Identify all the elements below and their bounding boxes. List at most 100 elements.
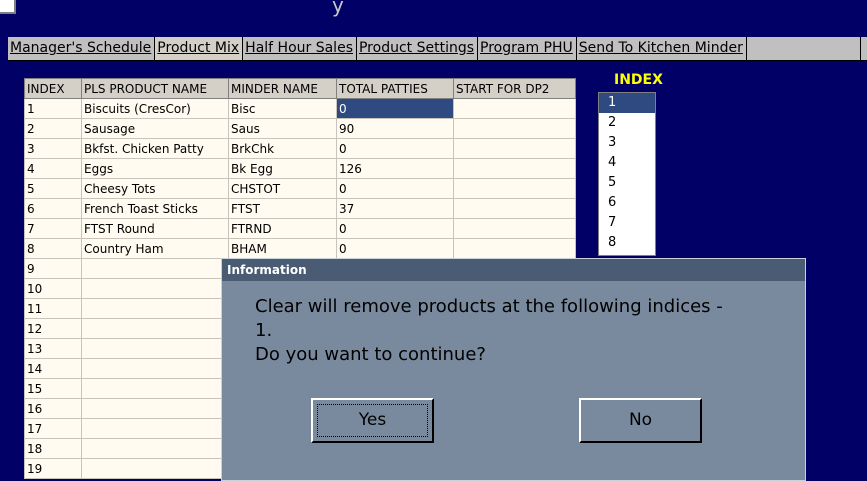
index-cell: 19	[24, 458, 82, 479]
start-for-dp2-cell[interactable]	[453, 118, 576, 139]
start-for-dp2-cell[interactable]	[453, 138, 576, 159]
product-name-cell[interactable]	[81, 278, 229, 299]
tab-managers-schedule[interactable]: Manager's Schedule	[8, 37, 156, 60]
product-name-cell[interactable]: Sausage	[81, 118, 229, 139]
minder-name-cell[interactable]: BrkChk	[228, 138, 337, 159]
product-name-cell[interactable]: Biscuits (CresCor)	[81, 98, 229, 119]
index-list-item[interactable]: 5	[599, 173, 655, 193]
index-cell: 16	[24, 398, 82, 419]
dialog-message-line: Clear will remove products at the follow…	[255, 296, 723, 317]
cropped-heading-glyph: y	[332, 0, 344, 17]
index-list-item[interactable]: 4	[599, 153, 655, 173]
table-row: 1 Biscuits (CresCor) Bisc 0	[24, 98, 576, 119]
window-icon	[0, 0, 16, 14]
product-name-cell[interactable]: French Toast Sticks	[81, 198, 229, 219]
product-name-cell[interactable]	[81, 318, 229, 339]
product-name-cell[interactable]: Eggs	[81, 158, 229, 179]
start-for-dp2-cell[interactable]	[453, 238, 576, 259]
column-header-total-patties: TOTAL PATTIES	[336, 78, 454, 99]
tab-half-hour-sales[interactable]: Half Hour Sales	[243, 37, 357, 60]
index-cell: 4	[24, 158, 82, 179]
minder-name-cell[interactable]: FTRND	[228, 218, 337, 239]
table-row: 4 Eggs Bk Egg 126	[24, 158, 576, 179]
start-for-dp2-cell[interactable]	[453, 218, 576, 239]
tab-program-phu[interactable]: Program PHU	[478, 37, 577, 60]
tab-product-settings[interactable]: Product Settings	[357, 37, 479, 60]
total-patties-cell[interactable]: 0	[336, 178, 454, 199]
total-patties-cell[interactable]: 0	[336, 238, 454, 259]
product-name-cell[interactable]: Country Ham	[81, 238, 229, 259]
start-for-dp2-cell[interactable]	[453, 158, 576, 179]
minder-name-cell[interactable]: CHSTOT	[228, 178, 337, 199]
index-panel-title: INDEX	[614, 72, 663, 88]
index-cell: 10	[24, 278, 82, 299]
index-cell: 2	[24, 118, 82, 139]
index-list-item[interactable]: 7	[599, 213, 655, 233]
dialog-message-line: 1.	[255, 320, 273, 341]
column-header-start-for-dp2: START FOR DP2	[453, 78, 576, 99]
minder-name-cell[interactable]: Bk Egg	[228, 158, 337, 179]
index-cell: 8	[24, 238, 82, 259]
product-name-cell[interactable]	[81, 298, 229, 319]
index-list-item[interactable]: 8	[599, 233, 655, 253]
dialog-title: Information	[222, 259, 805, 281]
total-patties-cell[interactable]: 37	[336, 198, 454, 219]
product-name-cell[interactable]: Cheesy Tots	[81, 178, 229, 199]
index-list-item[interactable]: 6	[599, 193, 655, 213]
minder-name-cell[interactable]: Saus	[228, 118, 337, 139]
index-cell: 17	[24, 418, 82, 439]
index-cell: 9	[24, 258, 82, 279]
column-header-minder-name: MINDER NAME	[228, 78, 337, 99]
product-name-cell[interactable]	[81, 338, 229, 359]
index-list-item[interactable]: 1	[599, 93, 655, 113]
dialog-message-line: Do you want to continue?	[255, 344, 486, 365]
product-name-cell[interactable]	[81, 418, 229, 439]
total-patties-cell[interactable]: 0	[336, 138, 454, 159]
minder-name-cell[interactable]: FTST	[228, 198, 337, 219]
no-button-label: No	[628, 410, 653, 430]
start-for-dp2-cell[interactable]	[453, 178, 576, 199]
no-button[interactable]: No	[579, 398, 702, 443]
product-name-cell[interactable]	[81, 438, 229, 459]
minder-name-cell[interactable]: BHAM	[228, 238, 337, 259]
table-row: 3 Bkfst. Chicken Patty BrkChk 0	[24, 138, 576, 159]
product-name-cell[interactable]	[81, 398, 229, 419]
dialog-message: Clear will remove products at the follow…	[255, 295, 723, 367]
product-name-cell[interactable]: Bkfst. Chicken Patty	[81, 138, 229, 159]
index-cell: 12	[24, 318, 82, 339]
index-cell: 11	[24, 298, 82, 319]
tab-scroll-button[interactable]	[860, 37, 867, 60]
column-header-index: INDEX	[24, 78, 82, 99]
table-row: 7 FTST Round FTRND 0	[24, 218, 576, 239]
table-row: 6 French Toast Sticks FTST 37	[24, 198, 576, 219]
top-strip: y	[0, 0, 867, 30]
total-patties-cell[interactable]: 126	[336, 158, 454, 179]
tab-send-to-kitchen-minder[interactable]: Send To Kitchen Minder	[577, 37, 747, 60]
tab-bar: Manager's Schedule Product Mix Half Hour S…	[8, 37, 867, 61]
total-patties-cell[interactable]: 0	[336, 218, 454, 239]
total-patties-cell[interactable]: 0	[336, 98, 454, 119]
index-cell: 13	[24, 338, 82, 359]
index-listbox[interactable]: 12345678	[598, 92, 656, 256]
index-cell: 5	[24, 178, 82, 199]
index-list-item[interactable]: 2	[599, 113, 655, 133]
product-name-cell[interactable]	[81, 458, 229, 479]
tab-product-mix[interactable]: Product Mix	[155, 37, 244, 60]
table-row: 5 Cheesy Tots CHSTOT 0	[24, 178, 576, 199]
start-for-dp2-cell[interactable]	[453, 98, 576, 119]
total-patties-cell[interactable]: 90	[336, 118, 454, 139]
index-cell: 18	[24, 438, 82, 459]
product-name-cell[interactable]	[81, 258, 229, 279]
index-cell: 3	[24, 138, 82, 159]
index-cell: 7	[24, 218, 82, 239]
product-name-cell[interactable]: FTST Round	[81, 218, 229, 239]
minder-name-cell[interactable]: Bisc	[228, 98, 337, 119]
yes-button[interactable]: Yes	[311, 398, 434, 443]
start-for-dp2-cell[interactable]	[453, 198, 576, 219]
product-name-cell[interactable]	[81, 358, 229, 379]
column-header-pls-product-name: PLS PRODUCT NAME	[81, 78, 229, 99]
product-name-cell[interactable]	[81, 378, 229, 399]
index-list-item[interactable]: 3	[599, 133, 655, 153]
table-row: 2 Sausage Saus 90	[24, 118, 576, 139]
index-cell: 1	[24, 98, 82, 119]
